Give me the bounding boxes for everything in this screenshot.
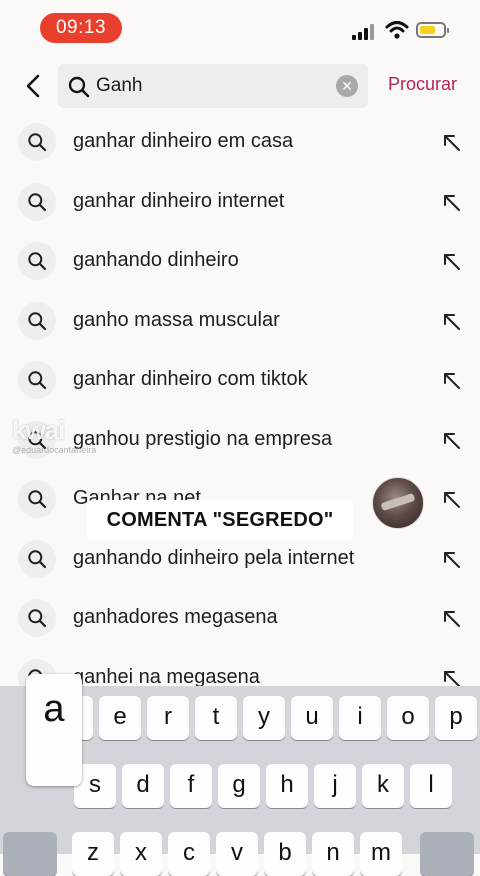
key-u[interactable]: u: [291, 696, 333, 740]
wifi-icon: [385, 21, 409, 39]
search-icon: [18, 302, 56, 340]
fill-query-arrow-icon[interactable]: [440, 488, 462, 510]
suggestion-item[interactable]: ganhar dinheiro em casa: [0, 112, 480, 172]
suggestion-label: ganhar dinheiro com tiktok: [73, 368, 308, 390]
search-icon: [68, 76, 90, 98]
key-f[interactable]: f: [170, 764, 212, 808]
key-k[interactable]: k: [362, 764, 404, 808]
key-t[interactable]: t: [195, 696, 237, 740]
key-j[interactable]: j: [314, 764, 356, 808]
fill-query-arrow-icon[interactable]: [440, 548, 462, 570]
suggestion-item[interactable]: ganhar dinheiro com tiktok: [0, 350, 480, 410]
search-icon: [18, 123, 56, 161]
fill-query-arrow-icon[interactable]: [440, 369, 462, 391]
search-box[interactable]: ✕: [58, 64, 368, 108]
suggestion-label: ganhar dinheiro em casa: [73, 130, 294, 152]
fill-query-arrow-icon[interactable]: [440, 429, 462, 451]
key-v[interactable]: v: [216, 832, 258, 876]
key-m[interactable]: m: [360, 832, 402, 876]
search-icon: [18, 183, 56, 221]
on-screen-keyboard: wertyuiopsdfghjklzxcvbnmaqa: [0, 674, 480, 876]
suggestion-item[interactable]: ganhando dinheiro: [0, 231, 480, 291]
suggestion-item[interactable]: ganhou prestigio na empresa: [0, 410, 480, 470]
status-time: 09:13: [40, 13, 122, 43]
key-d[interactable]: d: [122, 764, 164, 808]
kwai-watermark-logo: kwai @eduardocantaneira: [12, 415, 96, 455]
key-r[interactable]: r: [147, 696, 189, 740]
watermark-text: kwai: [12, 415, 65, 445]
key-i[interactable]: i: [339, 696, 381, 740]
search-icon: [18, 361, 56, 399]
suggestion-item[interactable]: ganhar dinheiro internet: [0, 172, 480, 232]
key-y[interactable]: y: [243, 696, 285, 740]
key-n[interactable]: n: [312, 832, 354, 876]
fill-query-arrow-icon[interactable]: [440, 607, 462, 629]
avatar[interactable]: [372, 477, 424, 529]
search-input[interactable]: [96, 70, 326, 102]
key-z[interactable]: z: [72, 832, 114, 876]
video-caption: COMENTA "SEGREDO": [86, 500, 354, 540]
key-b[interactable]: b: [264, 832, 306, 876]
battery-icon: [416, 22, 449, 38]
shift-key[interactable]: [3, 832, 57, 876]
cellular-signal-icon: [352, 24, 376, 40]
back-arrow-icon[interactable]: [20, 72, 46, 100]
search-icon: [18, 540, 56, 578]
suggestion-item[interactable]: ganho massa muscular: [0, 291, 480, 351]
key-e[interactable]: e: [99, 696, 141, 740]
key-g[interactable]: g: [218, 764, 260, 808]
status-bar: 09:13: [0, 0, 480, 56]
search-button[interactable]: Procurar: [388, 74, 457, 95]
key-p[interactable]: p: [435, 696, 477, 740]
fill-query-arrow-icon[interactable]: [440, 191, 462, 213]
suggestion-label: ganhou prestigio na empresa: [73, 428, 333, 450]
suggestion-label: ganhando dinheiro pela internet: [73, 547, 355, 569]
fill-query-arrow-icon[interactable]: [440, 310, 462, 332]
key-x[interactable]: x: [120, 832, 162, 876]
suggestion-label: ganhadores megasena: [73, 606, 278, 628]
search-icon: [18, 242, 56, 280]
key-o[interactable]: o: [387, 696, 429, 740]
search-icon: [18, 599, 56, 637]
key-l[interactable]: l: [410, 764, 452, 808]
key-h[interactable]: h: [266, 764, 308, 808]
clear-search-icon[interactable]: ✕: [336, 75, 358, 97]
suggestion-label: ganhar dinheiro internet: [73, 190, 285, 212]
key-c[interactable]: c: [168, 832, 210, 876]
key-a-popup[interactable]: a: [26, 674, 82, 786]
backspace-key[interactable]: [420, 832, 474, 876]
suggestion-item[interactable]: ganhadores megasena: [0, 588, 480, 648]
fill-query-arrow-icon[interactable]: [440, 131, 462, 153]
suggestion-label: ganho massa muscular: [73, 309, 280, 331]
search-icon: [18, 480, 56, 518]
search-header: ✕ Procurar: [0, 62, 480, 110]
suggestion-label: ganhando dinheiro: [73, 249, 239, 271]
fill-query-arrow-icon[interactable]: [440, 250, 462, 272]
watermark-handle: @eduardocantaneira: [12, 445, 97, 455]
